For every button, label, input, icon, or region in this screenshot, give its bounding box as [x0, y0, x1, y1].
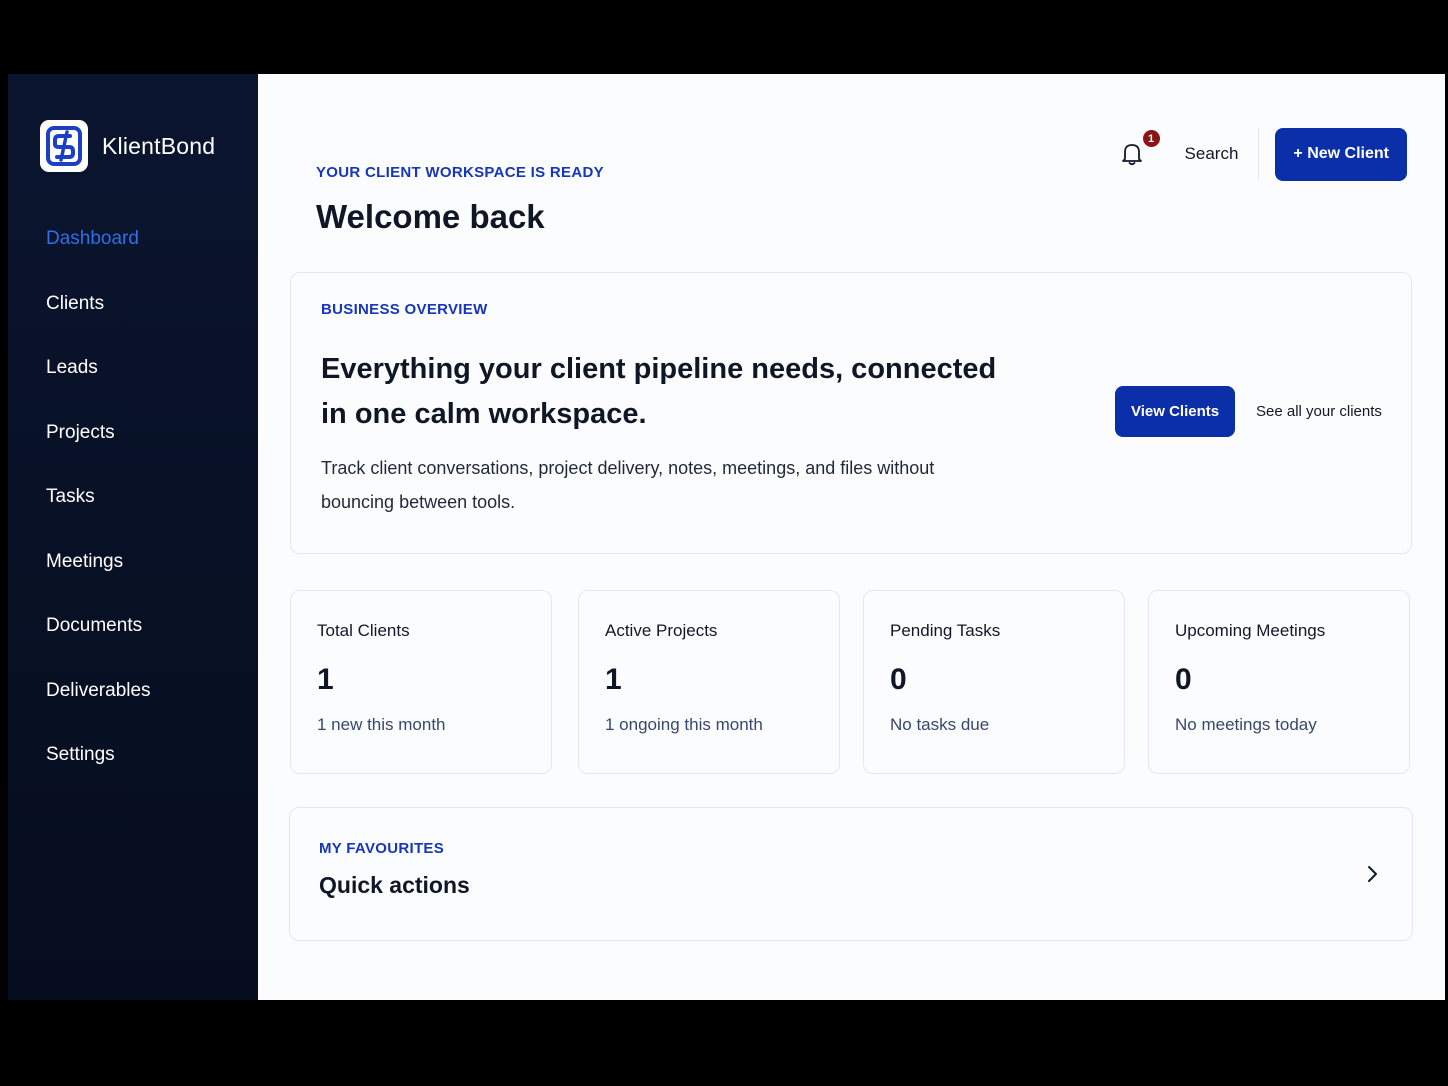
brand-name: KlientBond: [102, 132, 216, 159]
stat-subtext: 1 ongoing this month: [605, 715, 763, 734]
sidebar-item-clients[interactable]: Clients: [46, 289, 151, 354]
stat-label: Upcoming Meetings: [1175, 621, 1326, 640]
chevron-right-icon[interactable]: [1362, 864, 1382, 884]
stat-value: 1: [605, 663, 622, 696]
stat-value: 1: [317, 663, 334, 696]
page-title: Welcome back: [316, 198, 545, 235]
new-client-button[interactable]: + New Client: [1275, 127, 1407, 181]
stat-subtext: No meetings today: [1175, 715, 1317, 734]
sidebar-item-documents[interactable]: Documents: [46, 611, 151, 676]
main-content: YOUR CLIENT WORKSPACE IS READY Welcome b…: [258, 74, 1445, 1000]
sidebar: KlientBond Dashboard Clients Leads Proje…: [8, 74, 258, 1000]
stat-label: Total Clients: [317, 621, 410, 640]
overview-description: Track client conversations, project deli…: [321, 458, 935, 512]
stat-card-pending-tasks[interactable]: Pending Tasks 0 No tasks due: [863, 590, 1125, 774]
sidebar-item-projects[interactable]: Projects: [46, 418, 151, 483]
business-overview-card: BUSINESS OVERVIEW Everything your client…: [290, 272, 1412, 554]
sidebar-item-tasks[interactable]: Tasks: [46, 482, 151, 547]
favourites-eyebrow: MY FAVOURITES: [319, 840, 445, 857]
favourites-title: Quick actions: [319, 872, 470, 898]
stat-card-upcoming-meetings[interactable]: Upcoming Meetings 0 No meetings today: [1148, 590, 1410, 774]
notifications-button[interactable]: 1: [1117, 129, 1161, 169]
stat-subtext: 1 new this month: [317, 715, 446, 734]
app-window: KlientBond Dashboard Clients Leads Proje…: [8, 74, 1445, 1000]
sidebar-item-deliverables[interactable]: Deliverables: [46, 676, 151, 741]
search-button[interactable]: Search: [1185, 128, 1260, 180]
notification-count-badge: 1: [1141, 129, 1161, 148]
stat-card-active-projects[interactable]: Active Projects 1 1 ongoing this month: [578, 590, 840, 774]
view-clients-button[interactable]: View Clients: [1115, 386, 1236, 437]
stat-label: Active Projects: [605, 621, 718, 640]
favourites-card[interactable]: MY FAVOURITES Quick actions: [289, 807, 1413, 941]
sidebar-item-settings[interactable]: Settings: [46, 740, 151, 805]
sidebar-item-dashboard[interactable]: Dashboard: [46, 224, 151, 289]
overview-headline: Everything your client pipeline needs, c…: [321, 353, 997, 430]
topbar-actions: 1 Search + New Client: [1117, 127, 1407, 181]
sidebar-nav: Dashboard Clients Leads Projects Tasks M…: [46, 224, 151, 805]
sidebar-item-leads[interactable]: Leads: [46, 353, 151, 418]
page-eyebrow: YOUR CLIENT WORKSPACE IS READY: [316, 164, 604, 181]
overview-eyebrow: BUSINESS OVERVIEW: [321, 301, 488, 318]
bell-icon: [1121, 144, 1142, 166]
stat-value: 0: [890, 663, 907, 696]
sidebar-item-meetings[interactable]: Meetings: [46, 547, 151, 612]
link-s-logo-icon: [40, 120, 88, 172]
stat-subtext: No tasks due: [890, 715, 990, 734]
stat-card-total-clients[interactable]: Total Clients 1 1 new this month: [290, 590, 552, 774]
stat-value: 0: [1175, 663, 1192, 696]
stat-label: Pending Tasks: [890, 621, 1001, 640]
see-all-clients-link[interactable]: See all your clients: [1256, 403, 1382, 420]
brand[interactable]: KlientBond: [40, 120, 215, 172]
